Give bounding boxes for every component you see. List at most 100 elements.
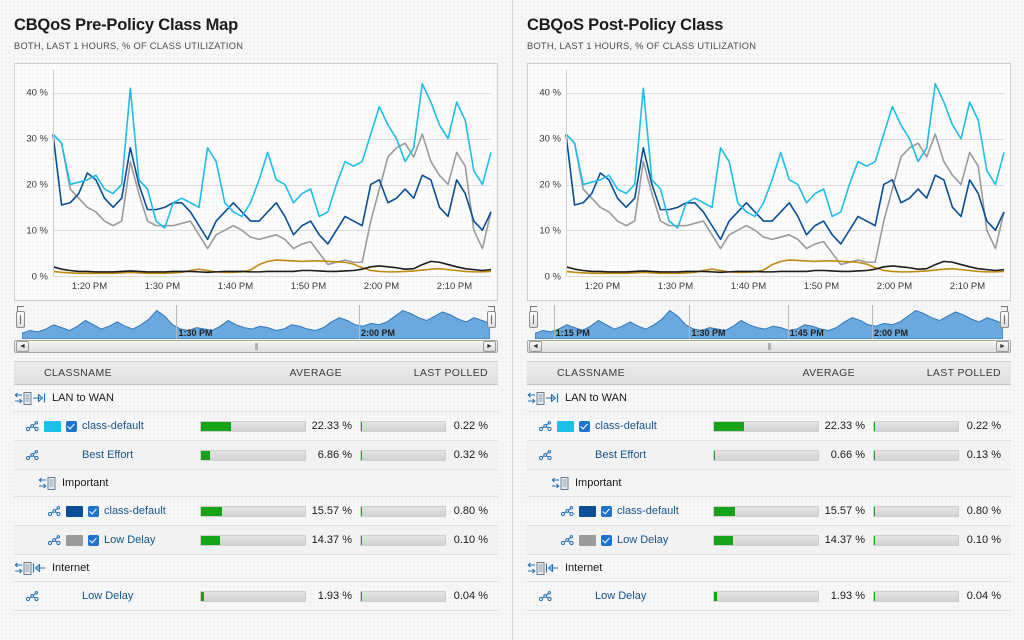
average-value: 22.33 % [824,420,865,433]
table-row[interactable]: Best Effort 0.66 % 0.13 % [527,441,1011,471]
classname-cell: class-default [14,420,200,432]
navigator-right-handle[interactable] [1000,311,1009,329]
x-axis-tick-label: 1:30 PM [144,281,181,293]
classname-link[interactable]: class-default [595,420,657,432]
classname-link[interactable]: class-default [104,505,166,517]
y-axis [53,70,54,277]
classname-link[interactable]: Low Delay [104,534,155,546]
navigator-area-chart[interactable]: 1:15 PM 1:30 PM 1:45 PM 2:00 PM [535,305,1003,340]
chart-scrollbar[interactable]: ◄ ||| ► [527,340,1011,354]
table-row[interactable]: class-default 15.57 % 0.80 % [14,497,498,527]
average-cell: 14.37 % [200,534,360,546]
classname-cell: Low Delay [14,590,200,602]
navigator-series [22,311,490,340]
column-header-average[interactable]: AVERAGE [713,367,873,379]
navigator-left-handle[interactable] [16,311,25,329]
chart-range-navigator[interactable]: 1:30 PM 2:00 PM [14,305,498,340]
series-visibility-checkbox[interactable] [66,420,77,432]
last-polled-value: 0.10 % [453,534,488,547]
series-visibility-checkbox[interactable] [88,505,99,517]
table-row[interactable]: Low Delay 1.93 % 0.04 % [14,582,498,612]
progress-bar [873,590,959,602]
navigator-tick [689,305,691,340]
column-header-classname[interactable]: CLASSNAME [14,367,200,379]
node-graph-icon [539,449,552,461]
y-axis [566,70,567,277]
scrollbar-track[interactable]: ||| [543,341,995,352]
scrollbar-grip[interactable]: ||| [768,343,772,350]
table-header-row: CLASSNAME AVERAGE LAST POLLED [527,361,1011,386]
list-icon [47,476,56,490]
column-header-average[interactable]: AVERAGE [200,367,360,379]
table-group-row[interactable]: Important [527,470,1011,498]
classname-link[interactable]: Best Effort [595,449,646,461]
node-graph-icon [539,420,552,432]
table-row[interactable]: Low Delay 1.93 % 0.04 % [527,582,1011,612]
progress-bar [360,505,446,517]
group-row-label: LAN to WAN [52,392,114,405]
series-color-swatch [44,420,61,432]
classname-cell: class-default [14,505,200,517]
last-polled-cell: 0.80 % [360,505,498,517]
navigator-right-handle[interactable] [487,311,496,329]
gridline: 0 % [545,272,1004,283]
chart-plot-area[interactable]: 0 % 10 % 20 % 30 % 40 % 1:20 PM 1:30 PM 1:40 PM… [527,63,1011,302]
column-header-last-polled[interactable]: LAST POLLED [873,367,1011,379]
table-row[interactable]: Best Effort 6.86 % 0.32 % [14,441,498,471]
table-row[interactable]: class-default 15.57 % 0.80 % [527,497,1011,527]
table-row[interactable]: Low Delay 14.37 % 0.10 % [14,526,498,556]
node-graph-icon [48,534,61,546]
series-visibility-checkbox[interactable] [601,534,612,546]
series-visibility-checkbox[interactable] [579,420,590,432]
table-group-row[interactable]: Important [14,470,498,498]
progress-bar-fill [361,506,362,516]
progress-bar [873,505,959,517]
classname-link[interactable]: Best Effort [82,449,133,461]
chart-container: 0 % 10 % 20 % 30 % 40 % 1:20 PM 1:30 PM 1:40 PM… [527,63,1011,302]
navigator-series [535,311,1003,340]
classname-link[interactable]: class-default [82,420,144,432]
panel-subtitle: BOTH, LAST 1 HOURS, % OF CLASS UTILIZATI… [14,41,244,52]
table-group-row[interactable]: Internet [14,555,498,583]
series-color-swatch [66,534,83,546]
average-cell: 1.93 % [713,590,873,602]
navigator-left-handle[interactable] [529,311,538,329]
progress-bar-fill [874,450,875,460]
table-row[interactable]: class-default 22.33 % 0.22 % [527,412,1011,442]
chart-plot-area[interactable]: 0 % 10 % 20 % 30 % 40 % 1:20 PM 1:30 PM 1:40 PM… [14,63,498,302]
scrollbar-right-arrow-icon[interactable]: ► [483,341,496,353]
table-group-row[interactable]: LAN to WAN [14,385,498,413]
progress-bar [360,534,446,546]
chart-series-line [53,134,491,244]
navigator-time-label: 1:30 PM [178,328,213,339]
y-axis-tick-label: 40 % [26,87,48,99]
table-group-row[interactable]: Internet [527,555,1011,583]
list-icon [23,561,32,575]
column-header-classname[interactable]: CLASSNAME [527,367,713,379]
scrollbar-grip[interactable]: ||| [255,343,259,350]
x-axis-tick-label: 1:40 PM [730,281,767,293]
series-visibility-checkbox[interactable] [88,534,99,546]
series-visibility-checkbox[interactable] [601,505,612,517]
scrollbar-right-arrow-icon[interactable]: ► [996,341,1009,353]
scrollbar-left-arrow-icon[interactable]: ◄ [529,341,542,353]
y-axis-tick-label: 0 % [31,271,48,283]
table-row[interactable]: class-default 22.33 % 0.22 % [14,412,498,442]
classname-link[interactable]: Low Delay [617,534,668,546]
classname-link[interactable]: class-default [617,505,679,517]
node-graph-icon [26,420,39,432]
table-row[interactable]: Low Delay 14.37 % 0.10 % [527,526,1011,556]
scrollbar-track[interactable]: ||| [30,341,482,352]
chart-scrollbar[interactable]: ◄ ||| ► [14,340,498,354]
classname-link[interactable]: Low Delay [82,590,133,602]
last-polled-cell: 0.32 % [360,449,498,461]
column-header-last-polled[interactable]: LAST POLLED [360,367,498,379]
class-map-table: CLASSNAME AVERAGE LAST POLLED LAN to WAN cla… [14,361,498,612]
scrollbar-left-arrow-icon[interactable]: ◄ [16,341,29,353]
progress-bar-fill [714,591,717,601]
classname-link[interactable]: Low Delay [595,590,646,602]
navigator-area-chart[interactable]: 1:30 PM 2:00 PM [22,305,490,340]
chart-range-navigator[interactable]: 1:15 PM 1:30 PM 1:45 PM 2:00 PM [527,305,1011,340]
table-group-row[interactable]: LAN to WAN [527,385,1011,413]
series-color-swatch [66,505,83,517]
